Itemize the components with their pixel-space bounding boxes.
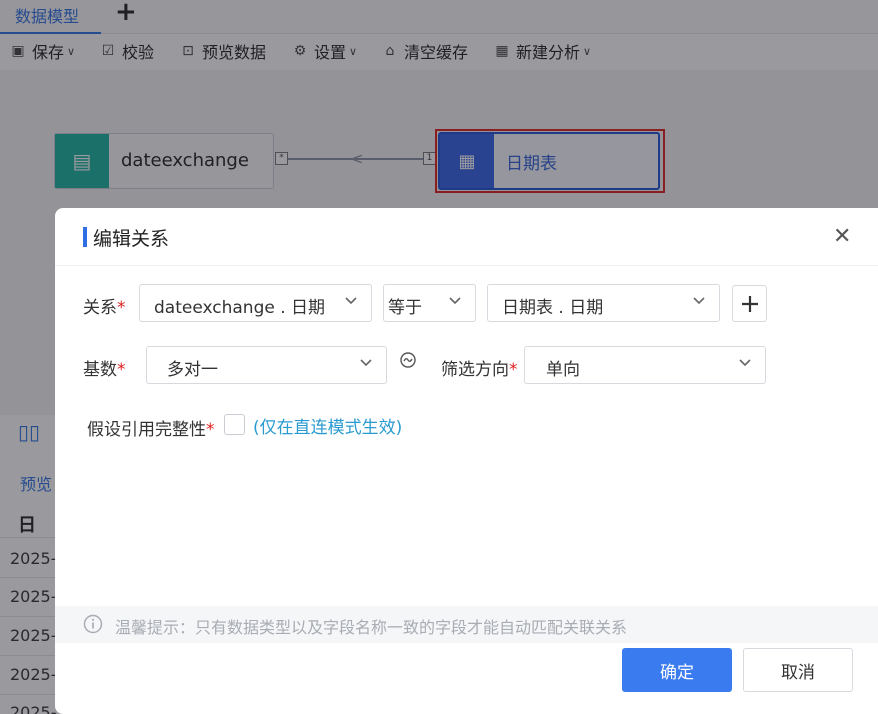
referential-integrity-checkbox[interactable]: [224, 414, 245, 435]
add-relation-button[interactable]: [732, 285, 767, 322]
title-accent: [83, 227, 87, 247]
plus-icon: [741, 295, 758, 312]
direct-mode-hint: (仅在直连模式生效): [253, 418, 403, 438]
info-icon: [83, 614, 103, 634]
right-field-select[interactable]: 日期表 . 日期: [487, 284, 720, 322]
cancel-button[interactable]: 取消: [743, 648, 853, 692]
chevron-down-icon: [449, 297, 461, 305]
chevron-down-icon: [739, 359, 751, 367]
filter-direction-value: 单向: [546, 360, 580, 380]
tip-bar: 温馨提示：只有数据类型以及字段名称一致的字段才能自动匹配关联关系: [55, 606, 878, 643]
left-field-select[interactable]: dateexchange . 日期: [139, 284, 372, 322]
swap-icon[interactable]: [399, 351, 417, 369]
right-field-value: 日期表 . 日期: [502, 298, 604, 318]
operator-value: 等于: [388, 298, 422, 318]
dialog-title: 编辑关系: [93, 228, 170, 250]
tip-text: 温馨提示：只有数据类型以及字段名称一致的字段才能自动匹配关联关系: [115, 618, 628, 637]
filter-direction-label: 筛选方向*: [441, 360, 518, 380]
cardinality-label: 基数*: [83, 360, 126, 380]
relation-label: 关系*: [83, 298, 126, 318]
filter-direction-select[interactable]: 单向: [524, 346, 766, 384]
confirm-button[interactable]: 确定: [622, 648, 732, 692]
close-icon[interactable]: ✕: [833, 226, 851, 248]
left-field-value: dateexchange . 日期: [154, 298, 326, 318]
operator-select[interactable]: 等于: [383, 284, 476, 322]
divider: [55, 265, 878, 266]
cardinality-select[interactable]: 多对一: [146, 346, 387, 384]
chevron-down-icon: [345, 297, 357, 305]
chevron-down-icon: [360, 359, 372, 367]
edit-relationship-dialog: 编辑关系 ✕ 关系* dateexchange . 日期 等于 日期表 . 日期…: [55, 208, 878, 714]
chevron-down-icon: [693, 297, 705, 305]
referential-integrity-label: 假设引用完整性*: [87, 420, 215, 440]
cardinality-value: 多对一: [167, 360, 218, 380]
